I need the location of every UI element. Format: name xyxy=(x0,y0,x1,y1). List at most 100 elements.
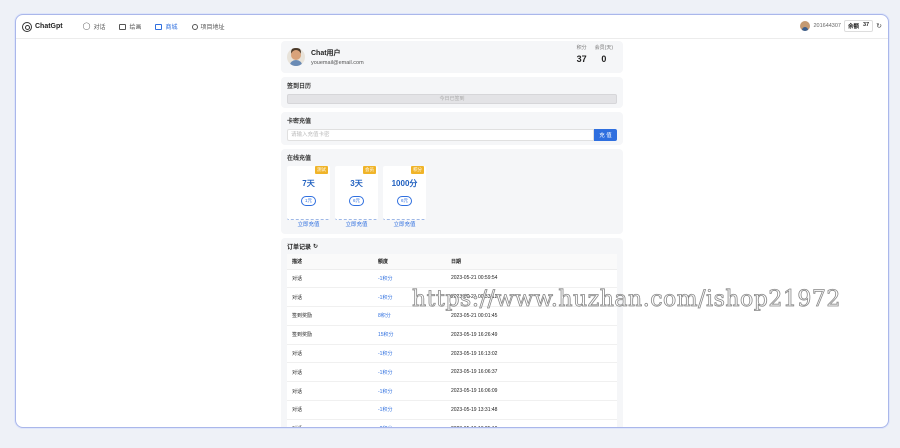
balance-value: 37 xyxy=(863,22,870,28)
table-row: 对话 -1积分 2023-05-19 16:13:02 xyxy=(287,344,617,364)
order-date: 2023-05-19 13:25:10 xyxy=(446,419,617,427)
points-stat: 积分 37 xyxy=(577,44,587,64)
package-badge: 积分 xyxy=(411,166,424,174)
order-date: 2023-05-19 16:26:49 xyxy=(446,325,617,345)
card-recharge-title: 卡密充值 xyxy=(287,119,312,125)
points-value: 37 xyxy=(576,54,587,64)
brand-name: ChatGpt xyxy=(35,23,63,30)
top-navbar: ChatGpt ◯ 对话 绘画 商城 项目地址 201644307 余额 37 … xyxy=(16,15,888,39)
package-price: 1元 xyxy=(300,196,316,206)
shop-content: Chat用户 youemail@email.com 积分 37 会员(天) 0 … xyxy=(281,41,623,427)
package-badge: 会员 xyxy=(363,166,376,174)
package-price: 6元 xyxy=(348,196,364,206)
days-value: 0 xyxy=(601,54,607,64)
package-buy-button[interactable]: 立即充值 xyxy=(335,220,378,228)
order-desc: 对话 xyxy=(287,381,373,402)
order-desc: 对话 xyxy=(287,400,373,420)
order-desc: 对话 xyxy=(287,269,373,289)
order-amount: -1积分 xyxy=(373,269,446,289)
table-row: 签到奖励 15积分 2023-05-19 16:26:49 xyxy=(287,325,617,345)
signin-card: 签到日历 今日已签到 xyxy=(281,77,623,108)
user-id: 201644307 xyxy=(813,23,841,29)
nav-chat-label: 对话 xyxy=(93,25,106,31)
user-stats: 积分 37 会员(天) 0 xyxy=(577,44,613,64)
card-key-input[interactable] xyxy=(287,129,594,141)
app-window: ChatGpt ◯ 对话 绘画 商城 项目地址 201644307 余额 37 … xyxy=(15,14,889,428)
package-buy-button[interactable]: 立即充值 xyxy=(383,220,426,228)
table-row: 对话 -1积分 2023-05-21 00:33:12 xyxy=(287,287,617,308)
column-header-desc: 描述 xyxy=(287,254,373,270)
nav-project[interactable]: 项目地址 xyxy=(191,15,225,39)
orders-section: 订单记录 ↻ 描述 额度 日期 对话 -1积分 2023-05-21 00:59:5… xyxy=(281,238,623,427)
order-amount: -1积分 xyxy=(373,381,446,402)
avatar[interactable] xyxy=(800,21,811,31)
order-desc: 签到奖励 xyxy=(287,306,373,326)
profile-card: Chat用户 youemail@email.com 积分 37 会员(天) 0 xyxy=(281,41,623,73)
table-row: 对话-2积分2023-05-19 13:25:10 xyxy=(287,419,617,427)
order-amount: 8积分 xyxy=(373,306,446,326)
user-avatar xyxy=(287,48,305,66)
balance-label: 余额 xyxy=(847,24,859,30)
table-row: 签到奖励 8积分 2023-05-21 00:01:45 xyxy=(287,306,617,326)
order-date: 2023-05-21 00:01:45 xyxy=(446,306,617,326)
card-recharge-button[interactable]: 充 值 xyxy=(594,129,617,141)
table-header-row: 描述 额度 日期 xyxy=(287,254,617,270)
user-email: youemail@email.com xyxy=(311,60,364,66)
order-amount: -1积分 xyxy=(373,400,446,420)
refresh-icon[interactable]: ↻ xyxy=(876,22,882,30)
package-list: 测试 7天 1元 立即充值 会员 3天 6元 立即充值 积分 1000分 6元 … xyxy=(287,166,617,228)
table-row: 对话 -1积分 2023-05-19 16:06:09 xyxy=(287,381,617,402)
card-recharge-section: 卡密充值 充 值 xyxy=(281,112,623,145)
order-desc: 对话 xyxy=(287,344,373,364)
user-status: 201644307 余额 37 ↻ xyxy=(800,20,882,32)
signin-button[interactable]: 今日已签到 xyxy=(287,94,617,104)
points-label: 积分 xyxy=(576,45,587,51)
nav-draw[interactable]: 绘画 xyxy=(119,15,141,39)
image-icon xyxy=(119,23,127,30)
order-amount: 15积分 xyxy=(373,325,446,345)
order-date: 2023-05-19 16:06:37 xyxy=(446,362,617,383)
order-date: 2023-05-19 16:13:02 xyxy=(446,344,617,364)
order-date: 2023-05-21 00:33:12 xyxy=(446,287,617,308)
package-card[interactable]: 积分 1000分 6元 立即充值 xyxy=(383,166,426,228)
nav-chat[interactable]: ◯ 对话 xyxy=(83,15,106,39)
refresh-icon[interactable]: ↻ xyxy=(313,243,318,250)
orders-title: 订单记录 xyxy=(287,245,312,251)
package-buy-button[interactable]: 立即充值 xyxy=(287,220,330,228)
order-desc: 对话 xyxy=(287,362,373,383)
nav-project-label: 项目地址 xyxy=(200,25,225,31)
order-desc: 对话 xyxy=(287,287,373,308)
order-amount: -2积分 xyxy=(373,419,446,427)
shop-icon xyxy=(155,23,163,30)
user-name: Chat用户 xyxy=(311,50,341,57)
online-recharge-section: 在线充值 测试 7天 1元 立即充值 会员 3天 6元 立即充值 积分 1000… xyxy=(281,149,623,234)
order-desc: 对话 xyxy=(287,419,373,427)
nav-shop-label: 商城 xyxy=(165,25,178,31)
days-label: 会员(天) xyxy=(594,45,613,51)
table-row: 对话 -1积分 2023-05-19 13:31:48 xyxy=(287,400,617,420)
nav-shop[interactable]: 商城 xyxy=(155,15,178,39)
order-amount: -1积分 xyxy=(373,287,446,308)
package-card[interactable]: 会员 3天 6元 立即充值 xyxy=(335,166,378,228)
column-header-amount: 额度 xyxy=(373,254,446,270)
orders-header: 订单记录 ↻ xyxy=(287,242,617,251)
order-date: 2023-05-21 00:59:54 xyxy=(446,269,617,289)
signin-title: 签到日历 xyxy=(287,84,312,90)
openai-logo-icon xyxy=(22,21,32,32)
order-desc: 签到奖励 xyxy=(287,325,373,345)
github-icon xyxy=(191,23,198,30)
package-badge: 测试 xyxy=(315,166,328,174)
package-price: 6元 xyxy=(396,196,412,206)
package-card[interactable]: 测试 7天 1元 立即充值 xyxy=(287,166,330,228)
column-header-date: 日期 xyxy=(446,254,617,270)
days-stat: 会员(天) 0 xyxy=(595,44,613,64)
nav-draw-label: 绘画 xyxy=(129,25,142,31)
order-amount: -1积分 xyxy=(373,362,446,383)
online-recharge-title: 在线充值 xyxy=(287,156,312,162)
order-date: 2023-05-19 13:31:48 xyxy=(446,400,617,420)
brand[interactable]: ChatGpt xyxy=(22,21,63,32)
table-row: 对话 -1积分 2023-05-21 00:59:54 xyxy=(287,269,617,289)
balance-badge: 余额 37 xyxy=(843,20,874,32)
chat-icon: ◯ xyxy=(82,23,91,30)
orders-table: 描述 额度 日期 对话 -1积分 2023-05-21 00:59:54 对话 -1积… xyxy=(287,254,617,427)
